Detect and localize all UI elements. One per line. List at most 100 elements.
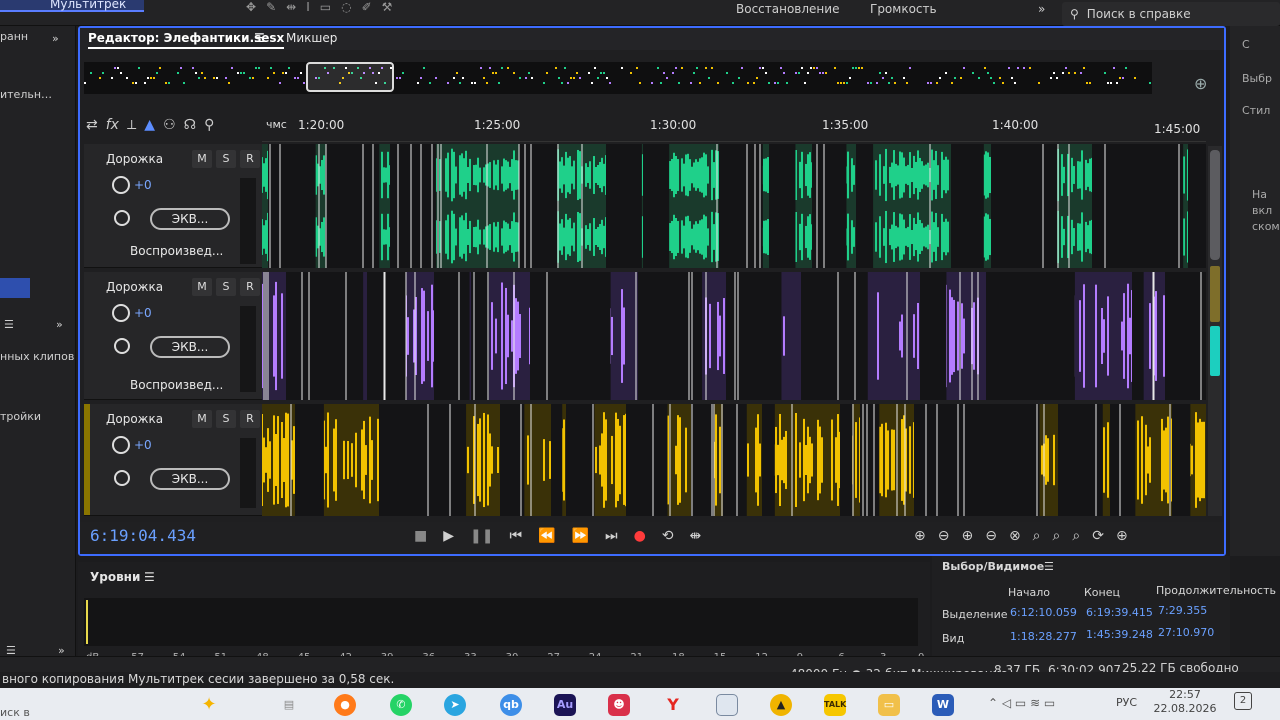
io-toggle-icon[interactable]: ⇄ [86, 117, 98, 133]
clock[interactable]: 22:57 22.08.2026 [1150, 688, 1220, 716]
telegram-icon[interactable]: ➤ [444, 694, 466, 716]
power-icon[interactable] [114, 210, 130, 226]
power-icon[interactable] [114, 470, 130, 486]
view-end[interactable]: 1:45:39.248 [1086, 628, 1153, 641]
whatsapp-icon[interactable]: ✆ [390, 694, 412, 716]
mute-button[interactable]: M [192, 150, 212, 168]
brush-tool-icon[interactable]: ✐ [362, 0, 372, 14]
menu-icon[interactable]: ☰ [4, 318, 14, 331]
eq-icon[interactable]: ▲ [144, 117, 155, 133]
volume-knob[interactable] [112, 304, 130, 322]
language-indicator[interactable]: РУС [1116, 696, 1137, 709]
go-to-start-icon[interactable]: ⏮ [509, 528, 522, 544]
sends-icon[interactable]: ⟂ [127, 117, 136, 133]
eq-effect-button[interactable]: ЭКВ... [150, 336, 230, 358]
volume-value[interactable]: +0 [134, 306, 152, 320]
loop-icon[interactable]: ⟲ [662, 528, 674, 544]
zoom-selection-in-icon[interactable]: ⌕ [1033, 528, 1041, 544]
tab-menu-icon[interactable]: ☰ [254, 31, 265, 45]
track-lane-2[interactable] [262, 272, 1206, 400]
zoom-full-icon[interactable]: ⊗ [1009, 528, 1021, 544]
stop-icon[interactable]: ■ [414, 528, 427, 544]
help-search[interactable]: ⚲ Поиск в справке [1062, 2, 1280, 26]
zoom-out-time-icon[interactable]: ⊖ [985, 528, 997, 544]
menu-icon[interactable]: ☰ [144, 570, 155, 584]
expand-panel-icon[interactable]: » [52, 32, 59, 45]
zoom-out-amplitude-icon[interactable]: ⊖ [938, 528, 950, 544]
go-to-end-icon[interactable]: ⏭ [605, 528, 618, 544]
record-arm-button[interactable]: R [240, 278, 260, 296]
track-name[interactable]: Дорожка [106, 412, 163, 426]
volume-value[interactable]: +0 [134, 178, 152, 192]
time-ruler[interactable]: чмс 1:20:00 1:25:00 1:30:00 1:35:00 1:40… [262, 114, 1206, 142]
move-tool-icon[interactable]: ✥ [246, 0, 256, 14]
output-select[interactable]: Воспроизвед... [130, 378, 223, 392]
zoom-selection-icon[interactable]: ⌕ [1072, 528, 1080, 544]
workspace-tab[interactable]: Мультитрек [0, 0, 145, 12]
playhead-timecode[interactable]: 6:19:04.434 [90, 526, 196, 545]
volume-knob[interactable] [112, 436, 130, 454]
zoom-reset-icon[interactable]: ⟳ [1092, 528, 1104, 544]
zoom-tracks-icon[interactable]: ⊕ [1116, 528, 1128, 544]
razor-tool-icon[interactable]: ✎ [266, 0, 276, 14]
word-icon[interactable]: W [932, 694, 954, 716]
view-start[interactable]: 1:18:28.277 [1010, 630, 1077, 643]
track-lane-1[interactable] [262, 144, 1206, 268]
firefox-icon[interactable]: ● [334, 694, 356, 716]
power-icon[interactable] [114, 338, 130, 354]
selection-end[interactable]: 6:19:39.415 [1086, 606, 1153, 619]
volume-value[interactable]: +0 [134, 438, 152, 452]
tab-mixer[interactable]: Микшер [286, 31, 337, 45]
lasso-tool-icon[interactable]: ◌ [341, 0, 351, 14]
copilot-icon[interactable]: ✦ [198, 694, 220, 716]
pin-icon[interactable]: ⚲ [204, 117, 214, 133]
selection-start[interactable]: 6:12:10.059 [1010, 606, 1077, 619]
task-view-icon[interactable]: ▤ [278, 694, 300, 716]
volume-knob[interactable] [112, 176, 130, 194]
headphones-icon[interactable]: ☊ [184, 117, 196, 133]
output-select[interactable]: Воспроизвед... [130, 244, 223, 258]
slip-tool-icon[interactable]: ⇹ [286, 0, 296, 14]
eq-effect-button[interactable]: ЭКВ... [150, 208, 230, 230]
selection-duration[interactable]: 7:29.355 [1158, 604, 1207, 617]
rewind-icon[interactable]: ⏪ [538, 528, 555, 544]
folder-icon[interactable]: ▭ [878, 694, 900, 716]
warning-app-icon[interactable]: ▲ [770, 694, 792, 716]
overview-viewport-handle[interactable] [306, 62, 394, 92]
fast-forward-icon[interactable]: ⏩ [572, 528, 589, 544]
solo-button[interactable]: S [216, 278, 236, 296]
taskbar-search-label[interactable]: иск в [0, 706, 30, 719]
marquee-tool-icon[interactable]: ▭ [320, 0, 331, 14]
solo-button[interactable]: S [216, 410, 236, 428]
qbittorrent-icon[interactable]: qb [500, 694, 522, 716]
loudness-button[interactable]: Громкость [870, 2, 937, 16]
pause-icon[interactable]: ❚❚ [470, 528, 493, 544]
track-name[interactable]: Дорожка [106, 152, 163, 166]
track-name[interactable]: Дорожка [106, 280, 163, 294]
input-monitor-icon[interactable]: ⚇ [163, 117, 176, 133]
fx-icon[interactable]: fx [106, 117, 119, 133]
zoom-selection-out-icon[interactable]: ⌕ [1053, 528, 1061, 544]
talk-icon[interactable]: TALK [824, 694, 846, 716]
audition-icon[interactable]: Au [554, 694, 576, 716]
zoom-in-amplitude-icon[interactable]: ⊕ [914, 528, 926, 544]
overview-strip[interactable] [84, 62, 1152, 94]
yandex-icon[interactable]: Y [662, 694, 684, 716]
zoom-in-time-icon[interactable]: ⊕ [961, 528, 973, 544]
spot-heal-tool-icon[interactable]: ⚒ [382, 0, 393, 14]
restore-button[interactable]: Восстановление [736, 2, 839, 16]
mute-button[interactable]: M [192, 410, 212, 428]
play-icon[interactable]: ▶ [443, 528, 454, 544]
more-workspaces-icon[interactable]: » [1038, 2, 1045, 16]
zoom-navigator-icon[interactable]: ⊕ [1194, 74, 1214, 94]
eq-effect-button[interactable]: ЭКВ... [150, 468, 230, 490]
app-red-icon[interactable]: ☻ [608, 694, 630, 716]
skip-selection-icon[interactable]: ⇼ [690, 528, 702, 544]
window-icon[interactable] [716, 694, 738, 716]
time-selection-tool-icon[interactable]: I [306, 0, 310, 14]
mute-button[interactable]: M [192, 278, 212, 296]
vertical-scrollbar[interactable] [1208, 146, 1222, 516]
tray-icons[interactable]: ⌃ ◁ ▭ ≋ ▭ [988, 696, 1055, 710]
view-duration[interactable]: 27:10.970 [1158, 626, 1214, 639]
record-icon[interactable]: ● [634, 528, 646, 544]
